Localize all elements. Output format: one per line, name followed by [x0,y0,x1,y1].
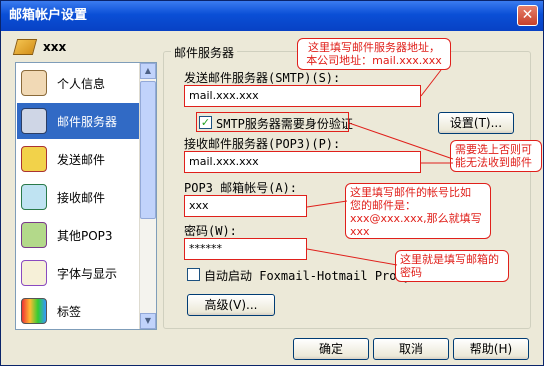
callout-line: 您的邮件是： [350,199,416,212]
pop3-account-input[interactable]: xxx [184,195,307,217]
sidebar-item-tags[interactable]: 标签 [17,293,141,329]
callout-line: xxx@xxx.xxx,那么就填写 [350,212,482,225]
title-bar: 邮箱帐户设置 [1,1,543,31]
sidebar-item-label: 标签 [57,304,82,319]
font-icon [21,260,47,286]
sidebar-item-send-mail[interactable]: 发送邮件 [17,141,141,177]
account-header: xxx [12,39,67,55]
scroll-thumb[interactable] [140,81,156,219]
account-callout: 这里填写邮件的帐号比如 您的邮件是： xxx@xxx.xxx,那么就填写 xxx [345,183,491,239]
callout-line: 这里填写邮件的帐号比如 [350,186,471,199]
smtp-server-input[interactable]: mail.xxx.xxx [184,85,421,107]
group-title: 邮件服务器 [171,44,238,61]
scroll-down-icon[interactable]: ▼ [140,313,156,329]
sidebar-item-label: 其他POP3 [57,228,113,243]
tag-icon [21,298,47,324]
pop3-icon [21,222,47,248]
advanced-button[interactable]: 高级(V)... [187,294,275,316]
cancel-button[interactable]: 取消 [373,338,449,360]
pop3-label: 接收邮件服务器(POP3)(P): [184,137,341,151]
account-label: POP3 邮箱帐号(A): [184,181,298,195]
smtp-label: 发送邮件服务器(SMTP)(S): [184,71,341,85]
account-settings-window: 邮箱帐户设置 ✕ xxx 个人信息 邮件服务器 发送邮件 接收邮件 其他POP3 [0,0,544,366]
auth-callout: 需要选上否则可 能无法收到邮件 [450,140,542,172]
autostart-label: 自动启动 Foxmail-Hotmail Proxy [204,269,411,283]
settings-button[interactable]: 设置(T)... [438,112,514,134]
sidebar-item-font-display[interactable]: 字体与显示 [17,255,141,291]
sidebar-item-label: 发送邮件 [57,152,106,167]
smtp-auth-highlight [196,112,349,132]
sidebar-item-mail-server[interactable]: 邮件服务器 [17,103,141,139]
callout-line: 需要选上否则可 [455,143,532,156]
sidebar-item-label: 邮件服务器 [57,114,118,129]
envelope-icon [12,39,38,55]
sidebar-scrollbar[interactable]: ▲ ▼ [139,63,156,329]
sidebar-item-receive-mail[interactable]: 接收邮件 [17,179,141,215]
sidebar-item-personal[interactable]: 个人信息 [17,65,141,101]
sidebar-item-label: 字体与显示 [57,266,118,281]
password-label: 密码(W): [184,224,237,238]
callout-line: 这里填写邮件服务器地址， [308,41,440,54]
password-input[interactable]: ****** [184,238,307,260]
callout-line: 密码 [400,266,422,279]
person-icon [21,70,47,96]
callout-line: xxx [350,225,370,238]
autostart-checkbox[interactable] [187,268,200,281]
send-mail-icon [21,146,47,172]
callout-line: 这里就是填写邮箱的 [400,253,499,266]
smtp-callout: 这里填写邮件服务器地址， 本公司地址：mail.xxx.xxx [297,38,451,70]
sidebar-item-label: 个人信息 [57,76,106,91]
callout-line: 本公司地址：mail.xxx.xxx [306,54,442,67]
sidebar-item-label: 接收邮件 [57,190,106,205]
receive-mail-icon [21,184,47,210]
category-list[interactable]: 个人信息 邮件服务器 发送邮件 接收邮件 其他POP3 字体与显示 标签 ▲ ▼ [15,62,157,330]
account-name: xxx [43,40,67,54]
pop3-server-input[interactable]: mail.xxx.xxx [184,151,421,173]
ok-button[interactable]: 确定 [293,338,369,360]
password-callout: 这里就是填写邮箱的 密码 [395,250,509,282]
sidebar-item-other-pop3[interactable]: 其他POP3 [17,217,141,253]
window-title: 邮箱帐户设置 [9,8,88,23]
callout-line: 能无法收到邮件 [455,156,532,169]
close-button[interactable]: ✕ [517,5,538,26]
help-button[interactable]: 帮助(H) [453,338,529,360]
scroll-up-icon[interactable]: ▲ [140,63,156,79]
server-icon [21,108,47,134]
